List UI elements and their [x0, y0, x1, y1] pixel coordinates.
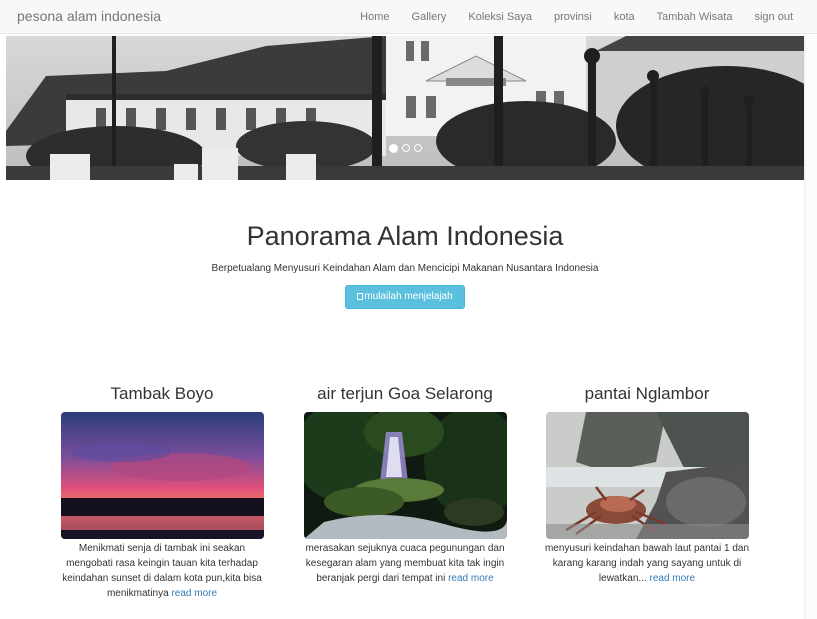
- top-navbar: pesona alam indonesia Home Gallery Kolek…: [0, 0, 817, 34]
- card-description: Menikmati senja di tambak ini seakan men…: [57, 541, 267, 601]
- brand-link[interactable]: pesona alam indonesia: [17, 8, 161, 24]
- card-description: menyusuri keindahan bawah laut pantai 1 …: [542, 541, 752, 586]
- card-image-crab[interactable]: [545, 412, 749, 539]
- box-icon: [357, 293, 364, 300]
- destination-card-goa-selarong: air terjun Goa Selarong merasakan sejukn…: [300, 383, 510, 586]
- nav-home[interactable]: Home: [360, 0, 389, 34]
- nav-kota[interactable]: kota: [614, 0, 635, 34]
- nav-gallery[interactable]: Gallery: [412, 0, 447, 34]
- carousel-indicators: [389, 143, 426, 153]
- hero-subtitle: Berpetualang Menyusuri Keindahan Alam da…: [211, 263, 599, 274]
- read-more-link[interactable]: read more: [650, 573, 696, 584]
- card-title: pantai Nglambor: [584, 384, 710, 403]
- card-title: air terjun Goa Selarong: [317, 384, 493, 403]
- card-description: merasakan sejuknya cuaca pegunungan dan …: [300, 541, 510, 586]
- card-image-waterfall[interactable]: [303, 412, 507, 539]
- card-title: Tambak Boyo: [110, 384, 214, 403]
- destination-card-tambak-boyo: Tambak Boyo Menikmati senja di tambak in…: [57, 383, 267, 601]
- nav-menu: Home Gallery Koleksi Saya provinsi kota …: [360, 0, 793, 34]
- nav-sign-out[interactable]: sign out: [754, 0, 793, 34]
- hero-carousel[interactable]: [6, 36, 804, 180]
- card-description-text: menyusuri keindahan bawah laut pantai 1 …: [544, 543, 750, 584]
- carousel-slide-image: [6, 36, 804, 180]
- explore-button-label: mulailah menjelajah: [364, 291, 453, 302]
- nav-provinsi[interactable]: provinsi: [554, 0, 592, 34]
- explore-button[interactable]: mulailah menjelajah: [345, 285, 465, 309]
- card-image-sunset[interactable]: [60, 412, 264, 539]
- read-more-link[interactable]: read more: [448, 573, 494, 584]
- card-description-text: Menikmati senja di tambak ini seakan men…: [62, 543, 262, 599]
- nav-koleksi-saya[interactable]: Koleksi Saya: [468, 0, 532, 34]
- nav-tambah-wisata[interactable]: Tambah Wisata: [657, 0, 733, 34]
- carousel-dot-1[interactable]: [389, 143, 398, 153]
- destination-card-nglambor: pantai Nglambor menyusuri keindahan bawa…: [542, 383, 752, 586]
- read-more-link[interactable]: read more: [171, 588, 217, 599]
- carousel-dot-3[interactable]: [414, 144, 422, 152]
- page-edge: [804, 36, 817, 619]
- hero-title: Panorama Alam Indonesia: [246, 221, 564, 251]
- carousel-dot-2[interactable]: [402, 144, 410, 152]
